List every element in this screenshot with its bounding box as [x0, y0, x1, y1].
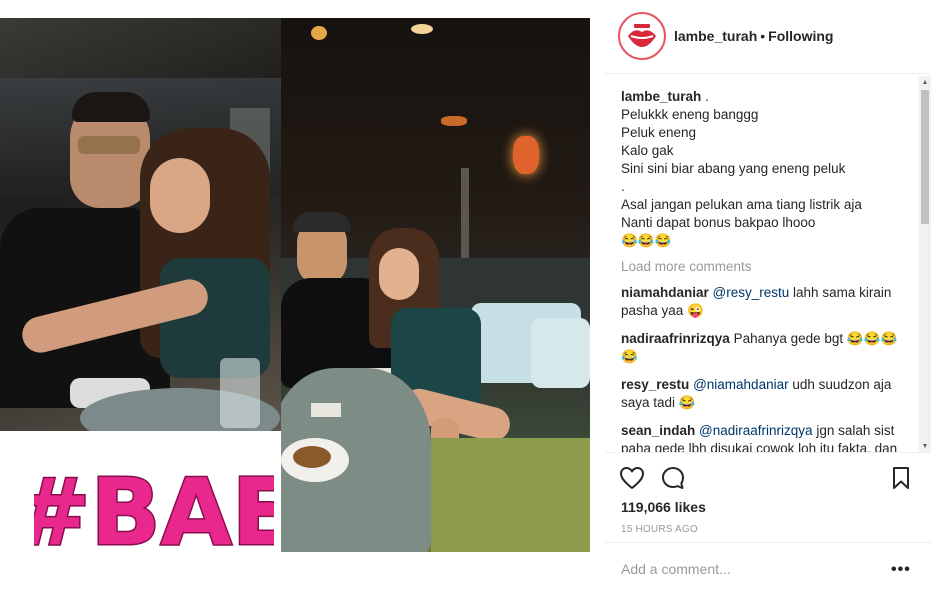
scroll-down-arrow-icon[interactable]: ▼ — [919, 440, 931, 452]
speech-bubble-icon[interactable] — [660, 465, 686, 491]
post-side-panel: lambe_turah • Following lambe_turah . Pelu… — [605, 0, 931, 595]
header-username[interactable]: lambe_turah — [674, 28, 757, 44]
caption-username[interactable]: lambe_turah — [621, 89, 701, 104]
load-more-comments-link[interactable]: Load more comments — [621, 258, 911, 276]
comment-mention[interactable]: @resy_restu — [713, 285, 790, 300]
scroll-up-arrow-icon[interactable]: ▲ — [919, 76, 931, 88]
caption-text-0: . — [705, 89, 709, 104]
comment-item: resy_restu @niamahdaniar udh suudzon aja… — [621, 376, 911, 412]
comment-mention[interactable]: @nadiraafrinrizqya — [699, 423, 813, 438]
follow-status[interactable]: Following — [768, 28, 833, 44]
caption-line: Asal jangan pelukan ama tiang listrik aj… — [621, 197, 862, 212]
caption-line: Pelukkk eneng banggg — [621, 107, 759, 122]
add-comment-bar: ••• — [605, 542, 931, 595]
caption-line: Nanti dapat bonus bakpao lhooo — [621, 215, 816, 230]
heart-icon[interactable] — [619, 465, 645, 491]
bookmark-icon[interactable] — [888, 465, 914, 491]
lips-logo-icon — [624, 18, 660, 54]
couple-photo-right — [281, 18, 590, 552]
post-actions: 119,066 likes 15 HOURS AGO — [605, 452, 931, 542]
caption-line: Peluk eneng — [621, 125, 697, 140]
caption-line: Kalo gak — [621, 143, 674, 158]
comment-item: sean_indah @nadiraafrinrizqya jgn salah … — [621, 422, 911, 452]
post-header: lambe_turah • Following — [605, 0, 931, 74]
comment-mention[interactable]: @niamahdaniar — [693, 377, 789, 392]
comment-username[interactable]: niamahdaniar — [621, 285, 709, 300]
comment-item: nadiraafrinrizqya Pahanya gede bgt 😂😂😂😂 — [621, 330, 911, 366]
comment-item: niamahdaniar @resy_restu lahh sama kirai… — [621, 284, 911, 320]
comments-scrollbar[interactable]: ▲ ▼ — [919, 76, 931, 452]
post-timestamp[interactable]: 15 HOURS AGO — [621, 524, 698, 535]
avatar[interactable] — [618, 12, 666, 60]
comment-username[interactable]: nadiraafrinrizqya — [621, 331, 730, 346]
couple-photo-left — [0, 18, 281, 431]
header-separator: • — [760, 28, 766, 44]
post-media[interactable]: #BAE — [0, 0, 605, 595]
header-text: lambe_turah • Following — [674, 28, 833, 44]
comments-list[interactable]: lambe_turah . Pelukkk eneng banggg Peluk… — [621, 88, 911, 452]
caption: lambe_turah . Pelukkk eneng banggg Peluk… — [621, 88, 911, 250]
svg-text:#BAE: #BAE — [34, 459, 274, 566]
comment-username[interactable]: resy_restu — [621, 377, 689, 392]
comment-username[interactable]: sean_indah — [621, 423, 695, 438]
bae-sticker: #BAE — [34, 458, 274, 567]
caption-line: 😂😂😂 — [621, 233, 672, 248]
add-comment-input[interactable] — [621, 561, 881, 577]
scroll-thumb[interactable] — [921, 90, 929, 224]
caption-line: . — [621, 179, 625, 194]
more-options-icon[interactable]: ••• — [891, 561, 911, 579]
likes-count[interactable]: 119,066 likes — [621, 499, 706, 515]
caption-line: Sini sini biar abang yang eneng peluk — [621, 161, 846, 176]
